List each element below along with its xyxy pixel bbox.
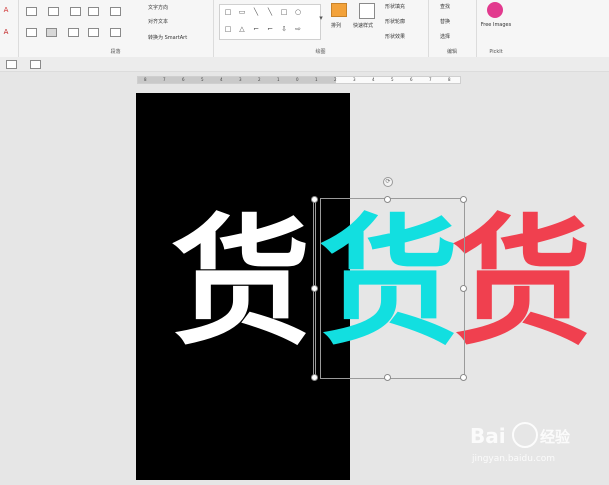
paw-logo-icon: [512, 422, 538, 448]
gallery-more-icon[interactable]: ▾: [317, 14, 325, 22]
rectangle-shape-icon[interactable]: □: [224, 8, 232, 16]
columns-icon[interactable]: [110, 28, 121, 37]
square-shape-icon[interactable]: □: [280, 8, 288, 16]
drawing-group: □ ▭ ╲ ╲ □ ○ □ △ ⌐ ⌐ ⇩ ⇨ ▾ 排列 快速样式 形状填充 形…: [213, 0, 429, 57]
arrow-shape-icon[interactable]: ⇩: [280, 25, 288, 33]
resize-handle[interactable]: [384, 196, 391, 203]
bullets-icon[interactable]: [26, 7, 37, 16]
replace-button[interactable]: 替换: [440, 18, 450, 25]
pickit-group: Free Images PickIt: [476, 0, 516, 57]
ribbon: A A 文字方向 对齐文本 转换为 SmartArt 段落 □ ▭ ╲ ╲ □ …: [0, 0, 609, 58]
resize-handle[interactable]: [460, 374, 467, 381]
find-button[interactable]: 查找: [440, 3, 450, 10]
ruler-tick-label: 2: [258, 77, 261, 82]
shape-fill-button[interactable]: 形状填充: [385, 3, 405, 10]
align-text-button[interactable]: 对齐文本: [148, 18, 168, 25]
arrange-icon[interactable]: [331, 3, 347, 17]
red-glyph-text[interactable]: 货: [451, 214, 593, 354]
white-glyph-text[interactable]: 货: [170, 214, 312, 354]
align-left-icon[interactable]: [26, 28, 37, 37]
resize-handle[interactable]: [311, 285, 318, 292]
ruler-tick-label: 6: [182, 77, 185, 82]
select-button[interactable]: 选择: [440, 33, 450, 40]
square-shape-icon-2[interactable]: □: [224, 25, 232, 33]
baidu-watermark: Bai 经验 jingyan.baidu.com: [468, 418, 608, 470]
watermark-brand-2: 经验: [540, 428, 571, 446]
resize-handle[interactable]: [384, 374, 391, 381]
pickit-group-label: PickIt: [489, 49, 503, 55]
resize-handle[interactable]: [311, 374, 318, 381]
horizontal-ruler[interactable]: 8 7 6 5 4 3 2 1 0 1 2 3 4 5 6 7 8: [137, 76, 461, 84]
convert-smartart-button[interactable]: 转换为 SmartArt: [148, 34, 187, 41]
ruler-tick-label: 3: [239, 77, 242, 82]
line-shape-icon[interactable]: ╲: [252, 8, 260, 16]
ruler-tick-label: 4: [372, 77, 375, 82]
justify-icon[interactable]: [88, 28, 99, 37]
increase-indent-icon[interactable]: [88, 7, 99, 16]
ruler-tick-label: 8: [144, 77, 147, 82]
ruler-tick-label: 7: [163, 77, 166, 82]
align-center-icon[interactable]: [46, 28, 57, 37]
connector-shape-icon[interactable]: ⌐: [252, 25, 260, 33]
pickit-logo-icon[interactable]: [487, 2, 503, 18]
quick-access-bar: [0, 57, 609, 72]
arrange-button[interactable]: 排列: [331, 22, 341, 29]
ruler-tick-label: 7: [429, 77, 432, 82]
paragraph-group-label: 段落: [110, 49, 121, 55]
ruler-tick-label: 5: [201, 77, 204, 82]
rounded-rect-shape-icon[interactable]: ▭: [238, 8, 246, 16]
ruler-tick-label: 0: [296, 77, 299, 82]
shape-outline-button[interactable]: 形状轮廓: [385, 18, 405, 25]
highlight-icon[interactable]: A: [2, 28, 10, 36]
align-right-icon[interactable]: [68, 28, 79, 37]
watermark-brand: Bai: [470, 424, 506, 448]
thumbnail-icon[interactable]: [6, 60, 17, 69]
ruler-tick-label: 6: [410, 77, 413, 82]
ruler-tick-label: 1: [315, 77, 318, 82]
circle-shape-icon[interactable]: ○: [294, 8, 302, 16]
ruler-tick-label: 4: [220, 77, 223, 82]
text-direction-button[interactable]: 文字方向: [148, 4, 168, 11]
resize-handle[interactable]: [460, 285, 467, 292]
watermark-url: jingyan.baidu.com: [472, 454, 556, 464]
free-images-button[interactable]: Free Images: [480, 22, 512, 28]
line-spacing-icon[interactable]: [110, 7, 121, 16]
ruler-tick-label: 2: [334, 77, 337, 82]
font-color-icon[interactable]: A: [2, 6, 10, 14]
connector-shape-icon-2[interactable]: ⌐: [266, 25, 274, 33]
ruler-tick-label: 3: [353, 77, 356, 82]
font-group: A A: [0, 0, 19, 57]
paragraph-group: 文字方向 对齐文本 转换为 SmartArt 段落: [18, 0, 214, 57]
shape-effects-button[interactable]: 形状效果: [385, 33, 405, 40]
drawing-group-label: 绘图: [315, 49, 326, 55]
ruler-tick-label: 1: [277, 77, 280, 82]
ruler-tick-label: 5: [391, 77, 394, 82]
ruler-dark-region: [138, 77, 336, 83]
quick-styles-icon[interactable]: [359, 3, 375, 19]
line-shape-icon-2[interactable]: ╲: [266, 8, 274, 16]
numbering-icon[interactable]: [48, 7, 59, 16]
decrease-indent-icon[interactable]: [70, 7, 81, 16]
arrow-shape-icon-2[interactable]: ⇨: [294, 25, 302, 33]
shapes-gallery[interactable]: □ ▭ ╲ ╲ □ ○ □ △ ⌐ ⌐ ⇩ ⇨: [219, 4, 321, 40]
editing-group: 查找 替换 选择 编辑: [428, 0, 477, 57]
quick-styles-button[interactable]: 快速样式: [353, 22, 373, 29]
resize-handle[interactable]: [311, 196, 318, 203]
ruler-tick-label: 8: [448, 77, 451, 82]
layout-icon[interactable]: [30, 60, 41, 69]
selection-frame-right: [320, 198, 465, 379]
rotate-handle-icon[interactable]: ⟳: [383, 177, 393, 187]
editing-group-label: 编辑: [446, 49, 457, 55]
triangle-shape-icon[interactable]: △: [238, 25, 246, 33]
resize-handle[interactable]: [460, 196, 467, 203]
